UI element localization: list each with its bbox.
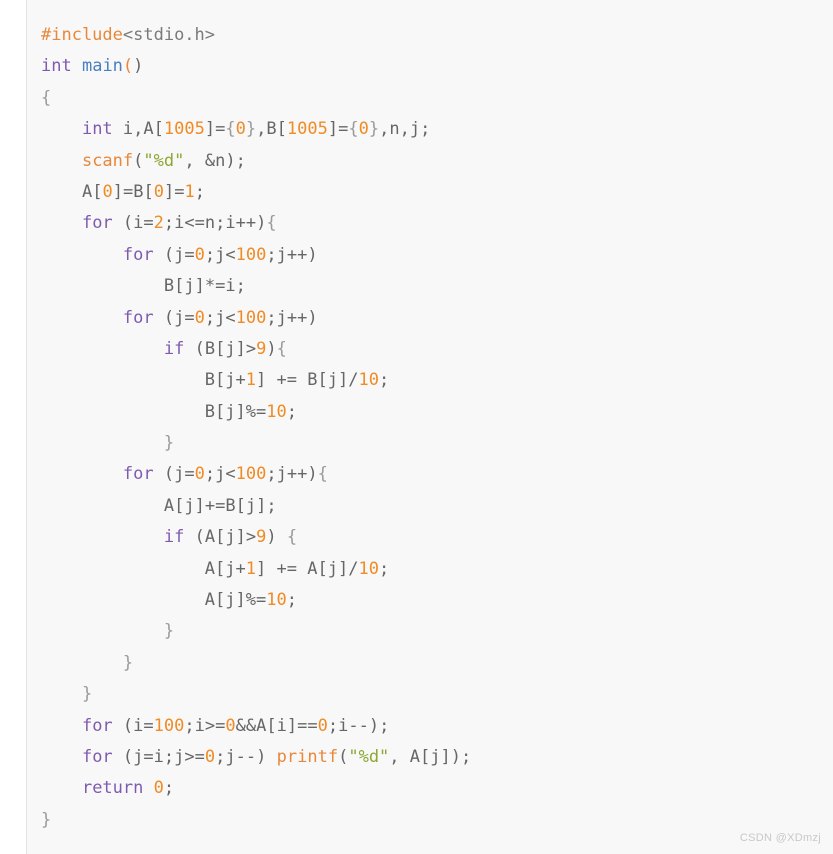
code-line: } xyxy=(163,433,175,454)
code-line: int i,A[1005]={0},B[1005]={0},n,j; xyxy=(81,119,431,140)
code-block[interactable]: #include<stdio.h> int main() { int i,A[100… xyxy=(26,0,833,854)
code-line: if (A[j]>9) { xyxy=(163,527,298,548)
code-line: A[0]=B[0]=1; xyxy=(81,181,205,202)
code-line: } xyxy=(163,621,175,642)
code-content[interactable]: #include<stdio.h> int main() { int i,A[100… xyxy=(27,0,833,836)
code-line: return 0; xyxy=(81,778,175,799)
code-line: B[j+1] += B[j]/10; xyxy=(204,370,390,391)
code-line: for (i=100;i>=0&&A[i]==0;i--); xyxy=(81,715,390,736)
code-line: } xyxy=(122,652,134,673)
code-line: for (j=0;j<100;j++) xyxy=(122,244,318,265)
code-line: for (i=2;i<=n;i++){ xyxy=(81,213,277,234)
code-line: for (j=0;j<100;j++){ xyxy=(122,464,328,485)
code-line: for (j=0;j<100;j++) xyxy=(122,307,318,328)
watermark-text: CSDN @XDmzj xyxy=(739,832,821,844)
code-line: } xyxy=(41,809,52,830)
code-line: } xyxy=(81,684,93,705)
code-line: B[j]%=10; xyxy=(204,401,297,422)
code-line: A[j]%=10; xyxy=(204,590,297,611)
code-line: B[j]*=i; xyxy=(163,276,246,297)
code-line: scanf("%d", &n); xyxy=(81,150,246,171)
code-line: A[j]+=B[j]; xyxy=(163,495,277,516)
code-line: #include<stdio.h> xyxy=(41,25,216,45)
code-line: int main() xyxy=(41,56,144,77)
code-line: A[j+1] += A[j]/10; xyxy=(204,558,390,579)
code-line: if (B[j]>9){ xyxy=(163,338,287,359)
code-line: for (j=i;j>=0;j--) printf("%d", A[j]); xyxy=(81,746,472,767)
code-line: { xyxy=(41,87,52,108)
